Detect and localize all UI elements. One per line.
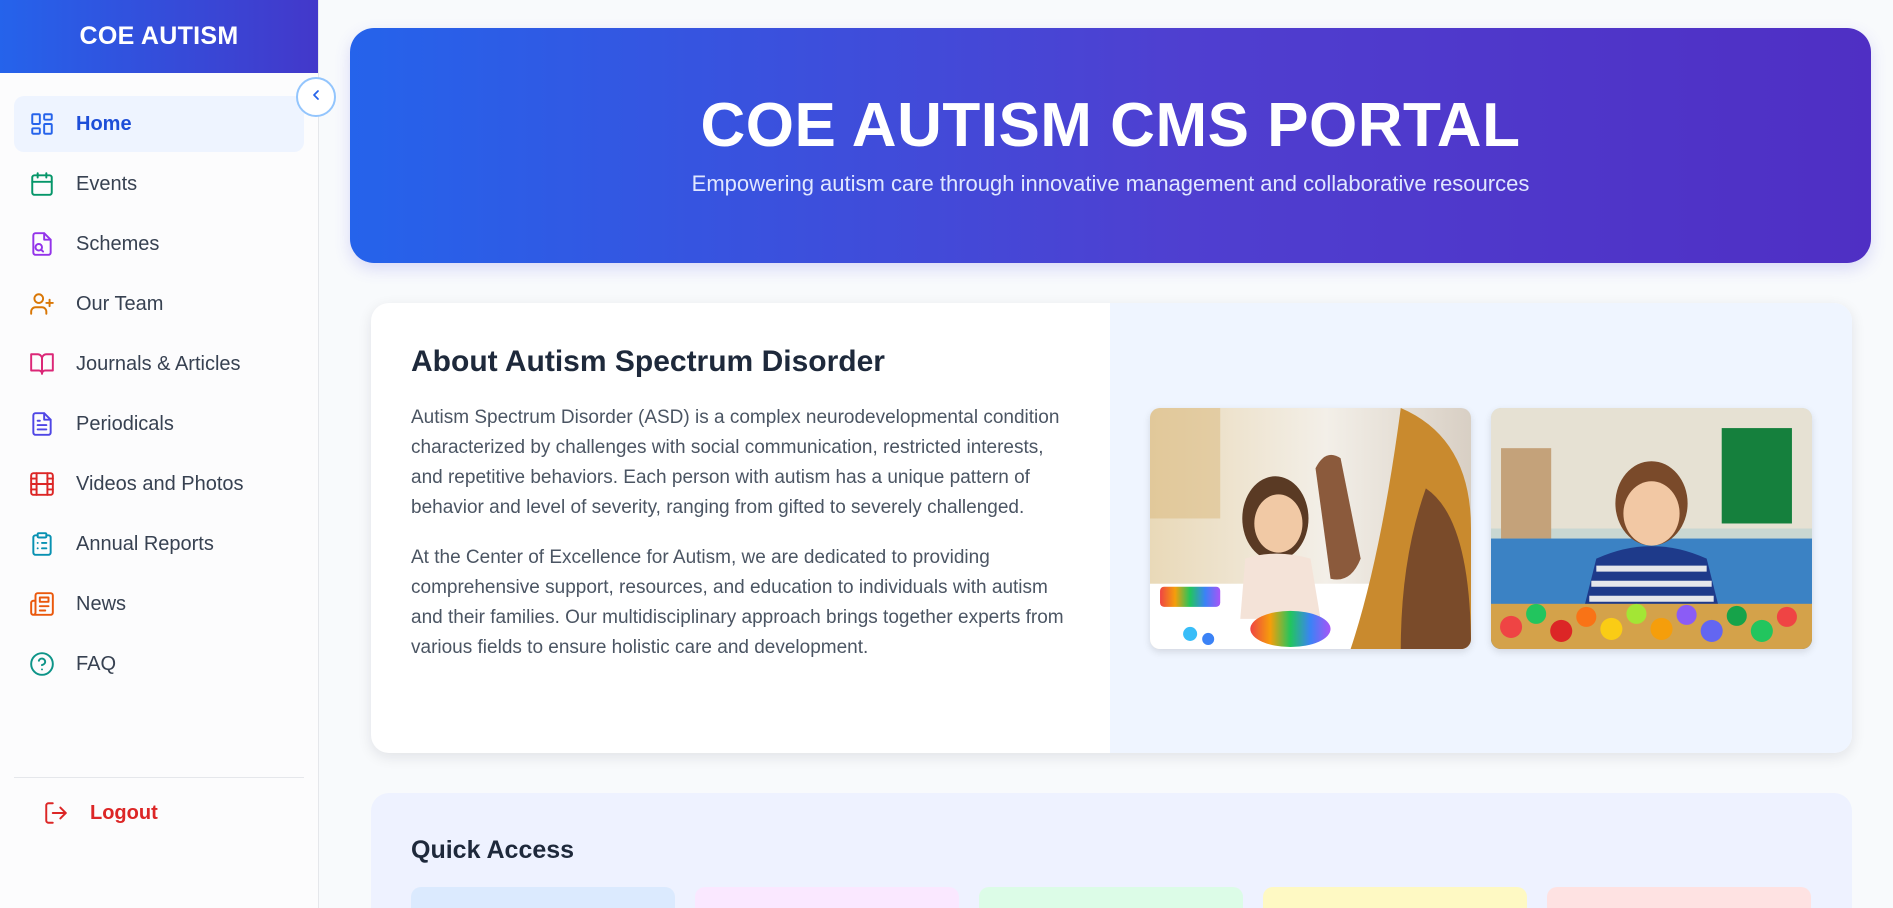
- collapse-sidebar-button[interactable]: [296, 77, 336, 117]
- quick-access-tile[interactable]: [1263, 887, 1527, 908]
- sidebar-item-journals-articles[interactable]: Journals & Articles: [14, 336, 304, 392]
- quick-access-heading: Quick Access: [411, 836, 575, 864]
- sidebar-item-label: Videos and Photos: [76, 472, 244, 495]
- sidebar: COE AUTISM Home Events Schemes Our Team: [0, 0, 319, 908]
- photo-boy-abacus: [1491, 407, 1812, 649]
- hero-subtitle: Empowering autism care through innovativ…: [691, 171, 1530, 196]
- about-gallery: [1110, 303, 1852, 753]
- about-paragraph: At the Center of Excellence for Autism, …: [411, 547, 1064, 658]
- photo-girl-high-five: [1150, 407, 1471, 649]
- sidebar-item-news[interactable]: News: [14, 576, 304, 632]
- sidebar-item-home[interactable]: Home: [14, 96, 304, 152]
- calendar-icon: [28, 170, 56, 198]
- sidebar-divider: [14, 777, 304, 778]
- sidebar-item-periodicals[interactable]: Periodicals: [14, 396, 304, 452]
- sidebar-item-schemes[interactable]: Schemes: [14, 216, 304, 272]
- sidebar-item-label: Events: [76, 172, 138, 195]
- hero-title: COE AUTISM CMS PORTAL: [700, 91, 1521, 160]
- sidebar-item-label: FAQ: [76, 652, 117, 675]
- layout-grid-icon: [28, 110, 56, 138]
- logout-label: Logout: [90, 801, 158, 824]
- about-paragraph: Autism Spectrum Disorder (ASD) is a comp…: [411, 407, 1060, 518]
- sidebar-item-label: Schemes: [76, 232, 160, 255]
- hero-banner: COE AUTISM CMS PORTAL Empowering autism …: [350, 28, 1871, 263]
- quick-access-section: Quick Access: [371, 793, 1852, 908]
- logout-button[interactable]: Logout: [28, 785, 318, 841]
- quick-access-tile[interactable]: [695, 887, 959, 908]
- sidebar-item-faq[interactable]: FAQ: [14, 636, 304, 692]
- help-circle-icon: [28, 650, 56, 678]
- sidebar-item-label: Periodicals: [76, 412, 174, 435]
- quick-access-tile[interactable]: [1547, 887, 1811, 908]
- log-out-icon: [42, 799, 70, 827]
- brand-logo[interactable]: COE AUTISM: [0, 0, 318, 73]
- file-search-icon: [28, 230, 56, 258]
- newspaper-icon: [28, 590, 56, 618]
- about-heading: About Autism Spectrum Disorder: [411, 345, 885, 378]
- sidebar-item-events[interactable]: Events: [14, 156, 304, 212]
- clipboard-list-icon: [28, 530, 56, 558]
- sidebar-item-label: Home: [76, 112, 132, 135]
- sidebar-nav: Home Events Schemes Our Team Journals & …: [0, 73, 318, 692]
- sidebar-item-videos-photos[interactable]: Videos and Photos: [14, 456, 304, 512]
- book-open-icon: [28, 350, 56, 378]
- sidebar-item-label: Annual Reports: [76, 532, 214, 555]
- sidebar-item-our-team[interactable]: Our Team: [14, 276, 304, 332]
- sidebar-item-label: Journals & Articles: [76, 352, 241, 375]
- sidebar-item-annual-reports[interactable]: Annual Reports: [14, 516, 304, 572]
- chevron-left-icon: [308, 87, 324, 108]
- sidebar-item-label: News: [76, 592, 127, 615]
- about-text: About Autism Spectrum Disorder Autism Sp…: [371, 303, 1110, 753]
- sidebar-item-label: Our Team: [76, 292, 164, 315]
- about-card: About Autism Spectrum Disorder Autism Sp…: [371, 303, 1852, 753]
- user-plus-icon: [28, 290, 56, 318]
- quick-access-tile[interactable]: [979, 887, 1243, 908]
- file-text-icon: [28, 410, 56, 438]
- quick-access-tile[interactable]: [411, 887, 675, 908]
- film-icon: [28, 470, 56, 498]
